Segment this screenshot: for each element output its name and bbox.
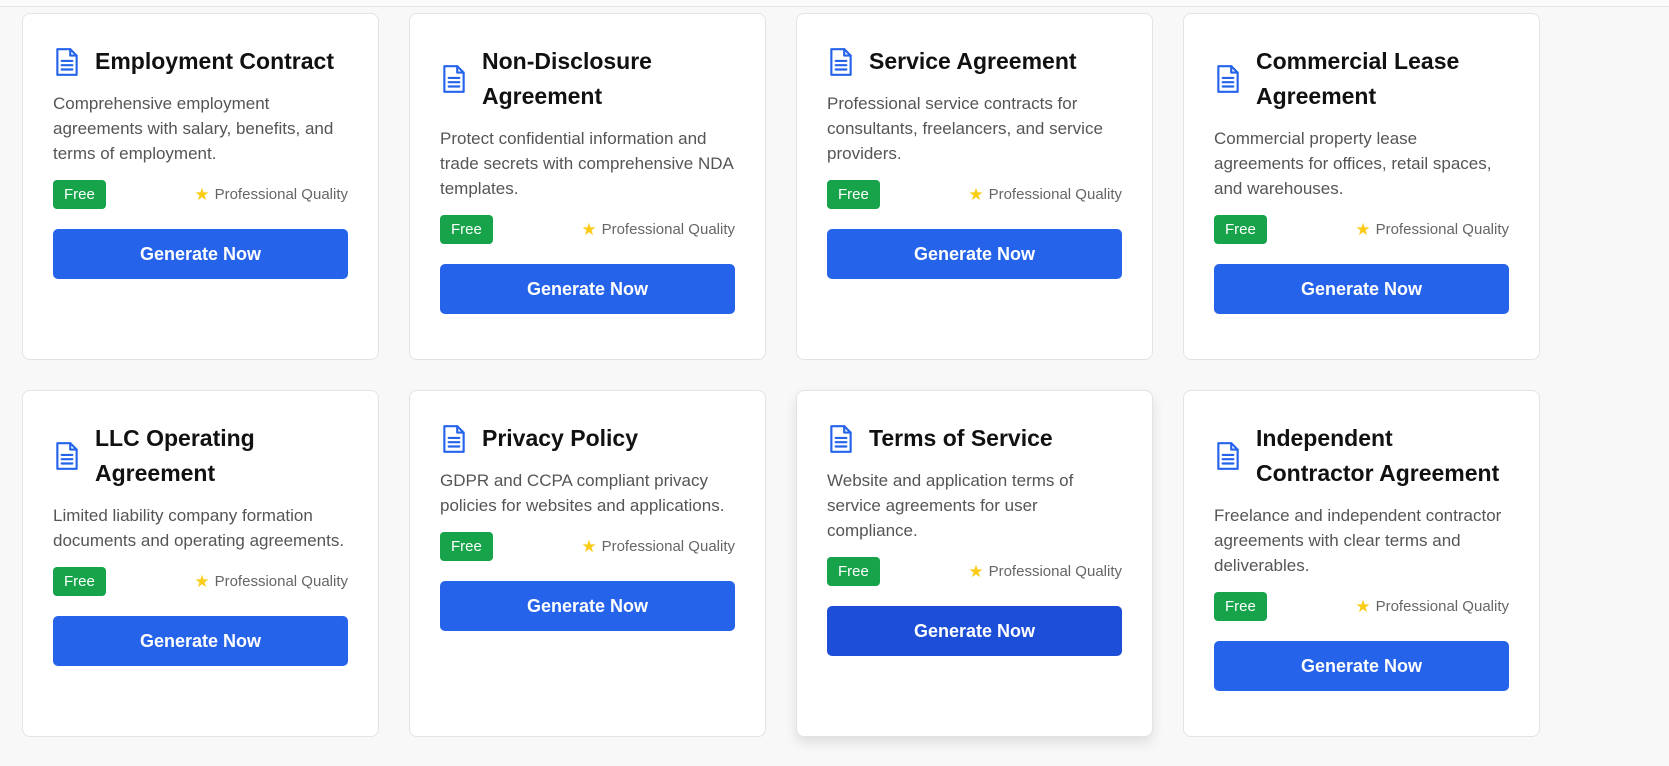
document-icon <box>53 47 81 77</box>
quality-label: ★ Professional Quality <box>194 186 348 203</box>
template-grid: Employment Contract Comprehensive employ… <box>22 13 1540 737</box>
quality-text: Professional Quality <box>601 538 735 555</box>
quality-text: Professional Quality <box>601 221 735 238</box>
card-meta: Free ★ Professional Quality <box>1214 592 1509 621</box>
card-meta: Free ★ Professional Quality <box>53 180 348 209</box>
card-description: GDPR and CCPA compliant privacy policies… <box>440 471 725 515</box>
card-header: LLC Operating Agreement <box>53 421 348 491</box>
card-header: Service Agreement <box>827 44 1122 79</box>
card-title: Commercial Lease Agreement <box>1256 48 1460 109</box>
card-description: Website and application terms of service… <box>827 471 1074 540</box>
card-header: Non-Disclosure Agreement <box>440 44 735 114</box>
generate-now-button[interactable]: Generate Now <box>440 581 735 631</box>
quality-text: Professional Quality <box>988 186 1122 203</box>
star-icon: ★ <box>1355 597 1371 616</box>
template-card-llc-operating-agreement: LLC Operating Agreement Limited liabilit… <box>22 390 379 737</box>
card-title: Terms of Service <box>869 425 1053 451</box>
template-card-commercial-lease-agreement: Commercial Lease Agreement Commercial pr… <box>1183 13 1540 360</box>
document-icon <box>1214 64 1242 94</box>
template-card-independent-contractor-agreement: Independent Contractor Agreement Freelan… <box>1183 390 1540 737</box>
generate-now-button[interactable]: Generate Now <box>1214 641 1509 691</box>
free-badge: Free <box>1214 215 1267 244</box>
card-description: Professional service contracts for consu… <box>827 94 1103 163</box>
card-meta: Free ★ Professional Quality <box>827 557 1122 586</box>
star-icon: ★ <box>194 185 210 204</box>
document-icon <box>827 47 855 77</box>
star-icon: ★ <box>581 537 597 556</box>
card-title: Independent Contractor Agreement <box>1256 425 1500 486</box>
free-badge: Free <box>827 180 880 209</box>
quality-text: Professional Quality <box>1375 221 1509 238</box>
card-description: Freelance and independent contractor agr… <box>1214 506 1502 575</box>
card-title: Employment Contract <box>95 48 334 74</box>
generate-now-button[interactable]: Generate Now <box>827 606 1122 656</box>
star-icon: ★ <box>581 220 597 239</box>
quality-text: Professional Quality <box>988 563 1122 580</box>
template-card-service-agreement: Service Agreement Professional service c… <box>796 13 1153 360</box>
generate-now-button[interactable]: Generate Now <box>440 264 735 314</box>
generate-now-button[interactable]: Generate Now <box>827 229 1122 279</box>
template-card-employment-contract: Employment Contract Comprehensive employ… <box>22 13 379 360</box>
generate-now-button[interactable]: Generate Now <box>53 229 348 279</box>
star-icon: ★ <box>1355 220 1371 239</box>
card-header: Independent Contractor Agreement <box>1214 421 1509 491</box>
star-icon: ★ <box>194 572 210 591</box>
quality-label: ★ Professional Quality <box>581 538 735 555</box>
card-title: Service Agreement <box>869 48 1077 74</box>
free-badge: Free <box>53 180 106 209</box>
template-card-non-disclosure-agreement: Non-Disclosure Agreement Protect confide… <box>409 13 766 360</box>
free-badge: Free <box>1214 592 1267 621</box>
free-badge: Free <box>53 567 106 596</box>
template-card-terms-of-service: Terms of Service Website and application… <box>796 390 1153 737</box>
document-icon <box>53 441 81 471</box>
generate-now-button[interactable]: Generate Now <box>53 616 348 666</box>
quality-label: ★ Professional Quality <box>194 573 348 590</box>
document-icon <box>1214 441 1242 471</box>
card-meta: Free ★ Professional Quality <box>827 180 1122 209</box>
template-card-privacy-policy: Privacy Policy GDPR and CCPA compliant p… <box>409 390 766 737</box>
star-icon: ★ <box>968 185 984 204</box>
card-header: Commercial Lease Agreement <box>1214 44 1509 114</box>
card-title: Non-Disclosure Agreement <box>482 48 652 109</box>
card-header: Privacy Policy <box>440 421 735 456</box>
top-divider <box>0 0 1669 7</box>
card-meta: Free ★ Professional Quality <box>440 532 735 561</box>
quality-label: ★ Professional Quality <box>968 186 1122 203</box>
quality-text: Professional Quality <box>214 186 348 203</box>
document-icon <box>440 424 468 454</box>
card-description: Comprehensive employment agreements with… <box>53 94 334 163</box>
document-icon <box>440 64 468 94</box>
card-title: LLC Operating Agreement <box>95 425 255 486</box>
free-badge: Free <box>827 557 880 586</box>
generate-now-button[interactable]: Generate Now <box>1214 264 1509 314</box>
quality-text: Professional Quality <box>1375 598 1509 615</box>
quality-label: ★ Professional Quality <box>1355 221 1509 238</box>
quality-label: ★ Professional Quality <box>1355 598 1509 615</box>
card-header: Terms of Service <box>827 421 1122 456</box>
card-meta: Free ★ Professional Quality <box>1214 215 1509 244</box>
free-badge: Free <box>440 215 493 244</box>
card-meta: Free ★ Professional Quality <box>440 215 735 244</box>
quality-label: ★ Professional Quality <box>968 563 1122 580</box>
document-icon <box>827 424 855 454</box>
quality-text: Professional Quality <box>214 573 348 590</box>
card-description: Commercial property lease agreements for… <box>1214 129 1492 198</box>
star-icon: ★ <box>968 562 984 581</box>
card-meta: Free ★ Professional Quality <box>53 567 348 596</box>
card-description: Protect confidential information and tra… <box>440 129 733 198</box>
card-header: Employment Contract <box>53 44 348 79</box>
free-badge: Free <box>440 532 493 561</box>
card-description: Limited liability company formation docu… <box>53 506 345 550</box>
quality-label: ★ Professional Quality <box>581 221 735 238</box>
card-title: Privacy Policy <box>482 425 638 451</box>
